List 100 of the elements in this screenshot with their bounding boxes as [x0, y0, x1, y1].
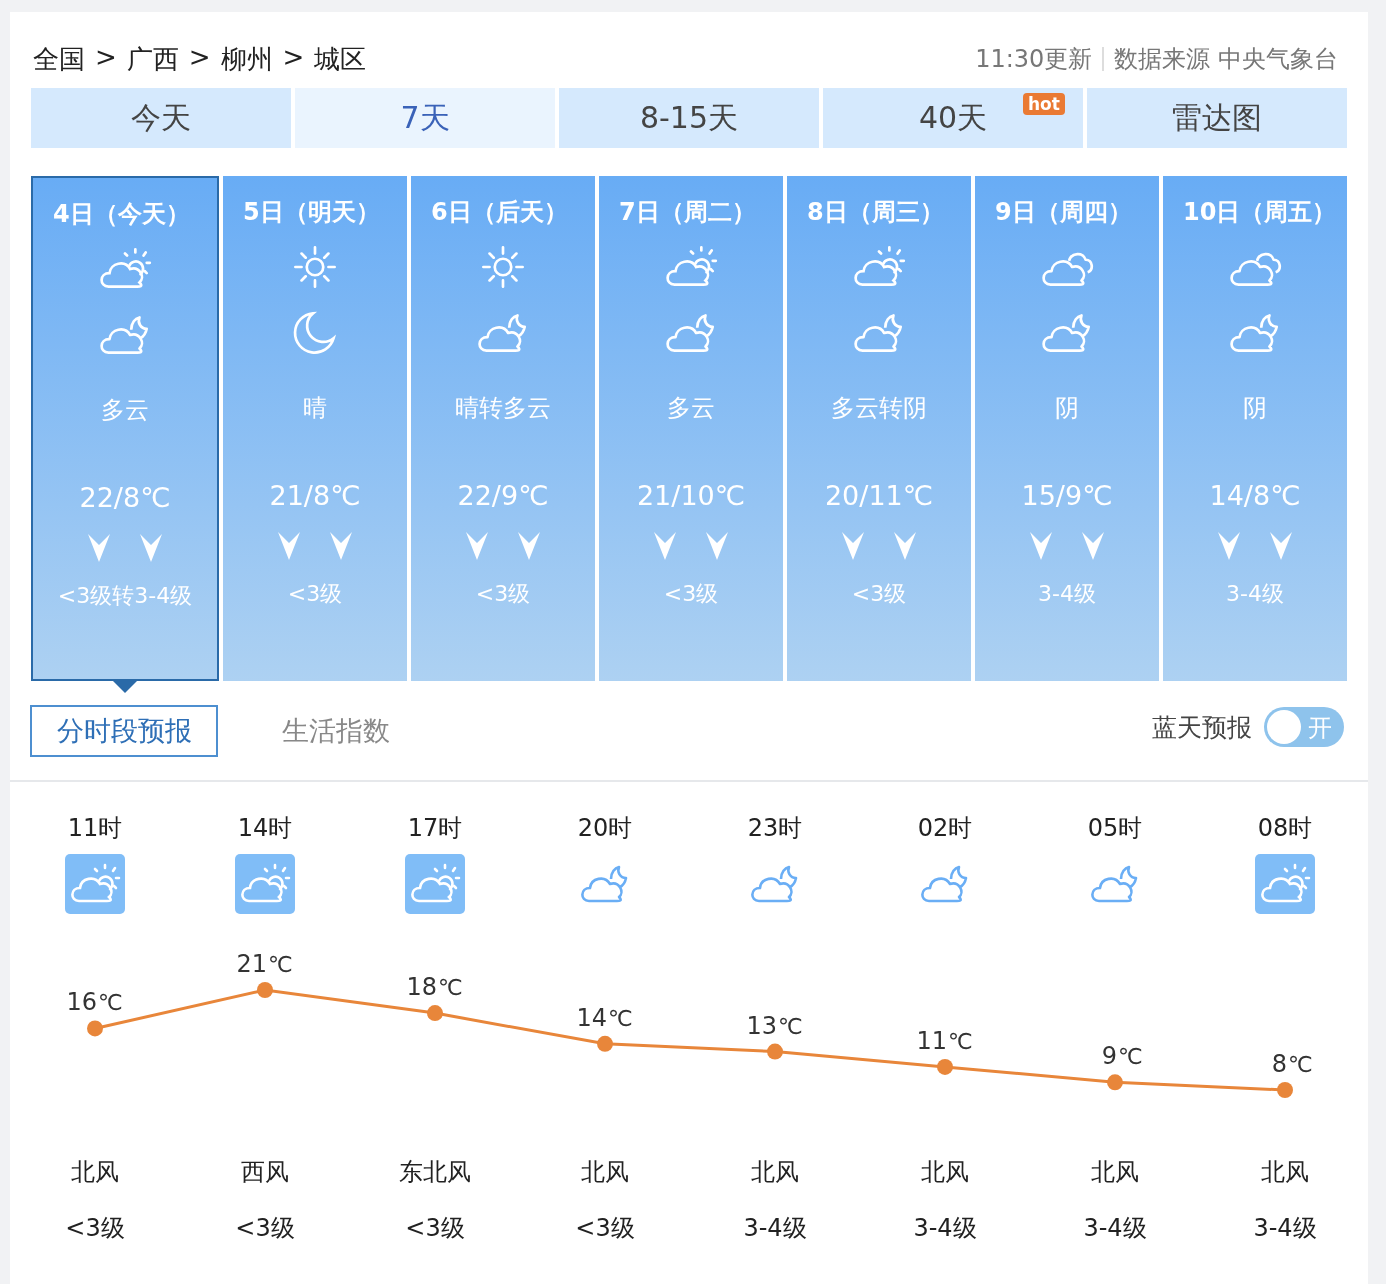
wind-arrow-icon: [705, 531, 729, 561]
day-date: 8日（周三）: [807, 197, 944, 228]
wind-level: 3-4级: [913, 1213, 977, 1244]
unit-label: ℃: [438, 975, 463, 1001]
unit-label: ℃: [1288, 1052, 1313, 1077]
wind-arrow-icon: [1081, 531, 1105, 561]
pointer-icon: [113, 681, 137, 693]
wind-direction: 北风: [1091, 1157, 1139, 1188]
wind-arrow-icon: [277, 531, 301, 561]
hour-label: 20时: [577, 813, 633, 844]
wind-level: 3-4级: [743, 1213, 807, 1244]
wind-level: <3级: [663, 580, 719, 608]
wind-direction: 东北风: [399, 1157, 471, 1188]
wind-level: 3-4级: [1226, 580, 1284, 608]
breadcrumb-link[interactable]: 广西: [126, 41, 179, 77]
wind-level: <3级: [405, 1213, 465, 1244]
section-tab[interactable]: 分时段预报: [30, 705, 218, 757]
weather-text: 多云: [101, 395, 149, 426]
temperature-range: 21/8℃: [269, 480, 361, 511]
wind-level: <3级: [575, 1213, 635, 1244]
breadcrumb-separator: >: [188, 41, 211, 74]
wind-level: <3级: [235, 1213, 295, 1244]
wind-level: 3-4级: [1083, 1213, 1147, 1244]
hour-label: 08时: [1257, 813, 1313, 844]
wind-direction: 北风: [921, 1157, 969, 1188]
wind-level: <3级: [475, 580, 531, 608]
unit-label: ℃: [268, 952, 293, 977]
forecast-tab[interactable]: 7天: [295, 88, 555, 148]
temperature-range: 21/10℃: [636, 480, 746, 511]
unit-label: ℃: [1118, 1044, 1143, 1070]
weather-text: 晴: [303, 393, 327, 424]
wind-level: <3级: [851, 580, 907, 608]
hour-label: 17时: [407, 813, 463, 844]
temperature-point: [597, 1035, 613, 1052]
wind-arrow-icon: [893, 531, 917, 561]
temperature-label: 13: [746, 1011, 777, 1040]
day-date: 6日（后天）: [431, 197, 568, 228]
forecast-label: 蓝天预报: [1152, 711, 1252, 744]
wind-direction: 北风: [1261, 1157, 1309, 1188]
day-date: 10日（周五）: [1183, 197, 1337, 228]
wind-arrow-icon: [1217, 531, 1241, 561]
temperature-range: 22/9℃: [457, 480, 549, 511]
temperature-range: 15/9℃: [1021, 480, 1113, 511]
breadcrumb-separator: >: [95, 41, 117, 74]
weather-text: 晴转多云: [455, 393, 551, 424]
data-source: 数据来源 中央气象台: [1114, 44, 1338, 75]
temperature-range: 22/8℃: [79, 482, 171, 513]
wind-arrow-icon: [139, 533, 163, 563]
wind-level: 3-4级: [1038, 580, 1096, 608]
wind-level: <3级转3-4级: [57, 582, 193, 610]
day-date: 4日（今天）: [53, 199, 190, 230]
forecast-tab[interactable]: 今天: [31, 88, 291, 148]
hour-label: 05时: [1087, 813, 1143, 844]
breadcrumb-link[interactable]: 柳州: [220, 41, 273, 77]
unit-label: ℃: [98, 990, 123, 1016]
weather-text: 多云: [667, 393, 715, 424]
wind-direction: 北风: [751, 1157, 799, 1188]
wind-arrow-icon: [1269, 531, 1293, 561]
day-date: 9日（周四）: [995, 197, 1132, 228]
wind-level: 3-4级: [1253, 1213, 1317, 1244]
wind-arrow-icon: [517, 531, 541, 561]
temperature-label: 16: [66, 988, 97, 1017]
wind-direction: 北风: [581, 1157, 629, 1188]
wind-arrow-icon: [841, 531, 865, 561]
unit-label: ℃: [778, 1013, 803, 1039]
weather-text: 多云转阴: [831, 393, 927, 424]
day-date: 7日（周二）: [619, 197, 756, 228]
forecast-tab[interactable]: 雷达图: [1087, 88, 1347, 148]
wind-level: <3级: [287, 580, 343, 608]
wind-arrow-icon: [1029, 531, 1053, 561]
temperature-point: [257, 982, 273, 998]
wind-arrow-icon: [329, 531, 353, 561]
breadcrumb-link[interactable]: 全国: [33, 41, 85, 77]
temperature-point: [1107, 1074, 1123, 1091]
hour-label: 23时: [747, 813, 803, 844]
update-time: 11:30更新: [975, 44, 1093, 75]
temperature-label: 8: [1271, 1050, 1287, 1078]
temperature-label: 14: [576, 1003, 607, 1032]
unit-label: ℃: [608, 1005, 633, 1031]
temperature-range: 20/11℃: [824, 480, 934, 511]
weather-text: 阴: [1055, 393, 1079, 424]
wind-arrow-icon: [653, 531, 677, 561]
temperature-label: 11: [916, 1026, 947, 1055]
breadcrumb-link[interactable]: 城区: [314, 41, 367, 77]
wind-arrow-icon: [87, 533, 111, 563]
temperature-label: 9: [1101, 1042, 1117, 1071]
temperature-point: [937, 1058, 953, 1075]
breadcrumb-separator: >: [282, 41, 305, 74]
weather-text: 阴: [1243, 393, 1267, 424]
wind-arrow-icon: [465, 531, 489, 561]
wind-level: <3级: [65, 1213, 125, 1244]
day-date: 5日（明天）: [243, 197, 380, 228]
hot-badge: hot: [1023, 93, 1065, 115]
wind-direction: 西风: [241, 1157, 289, 1188]
wind-direction: 北风: [71, 1157, 119, 1188]
temperature-point: [427, 1005, 443, 1022]
forecast-tab[interactable]: 40天 hot: [823, 88, 1083, 148]
forecast-tab[interactable]: 8-15天: [559, 88, 819, 148]
temperature-label: 18: [406, 973, 437, 1002]
temperature-point: [767, 1043, 783, 1060]
